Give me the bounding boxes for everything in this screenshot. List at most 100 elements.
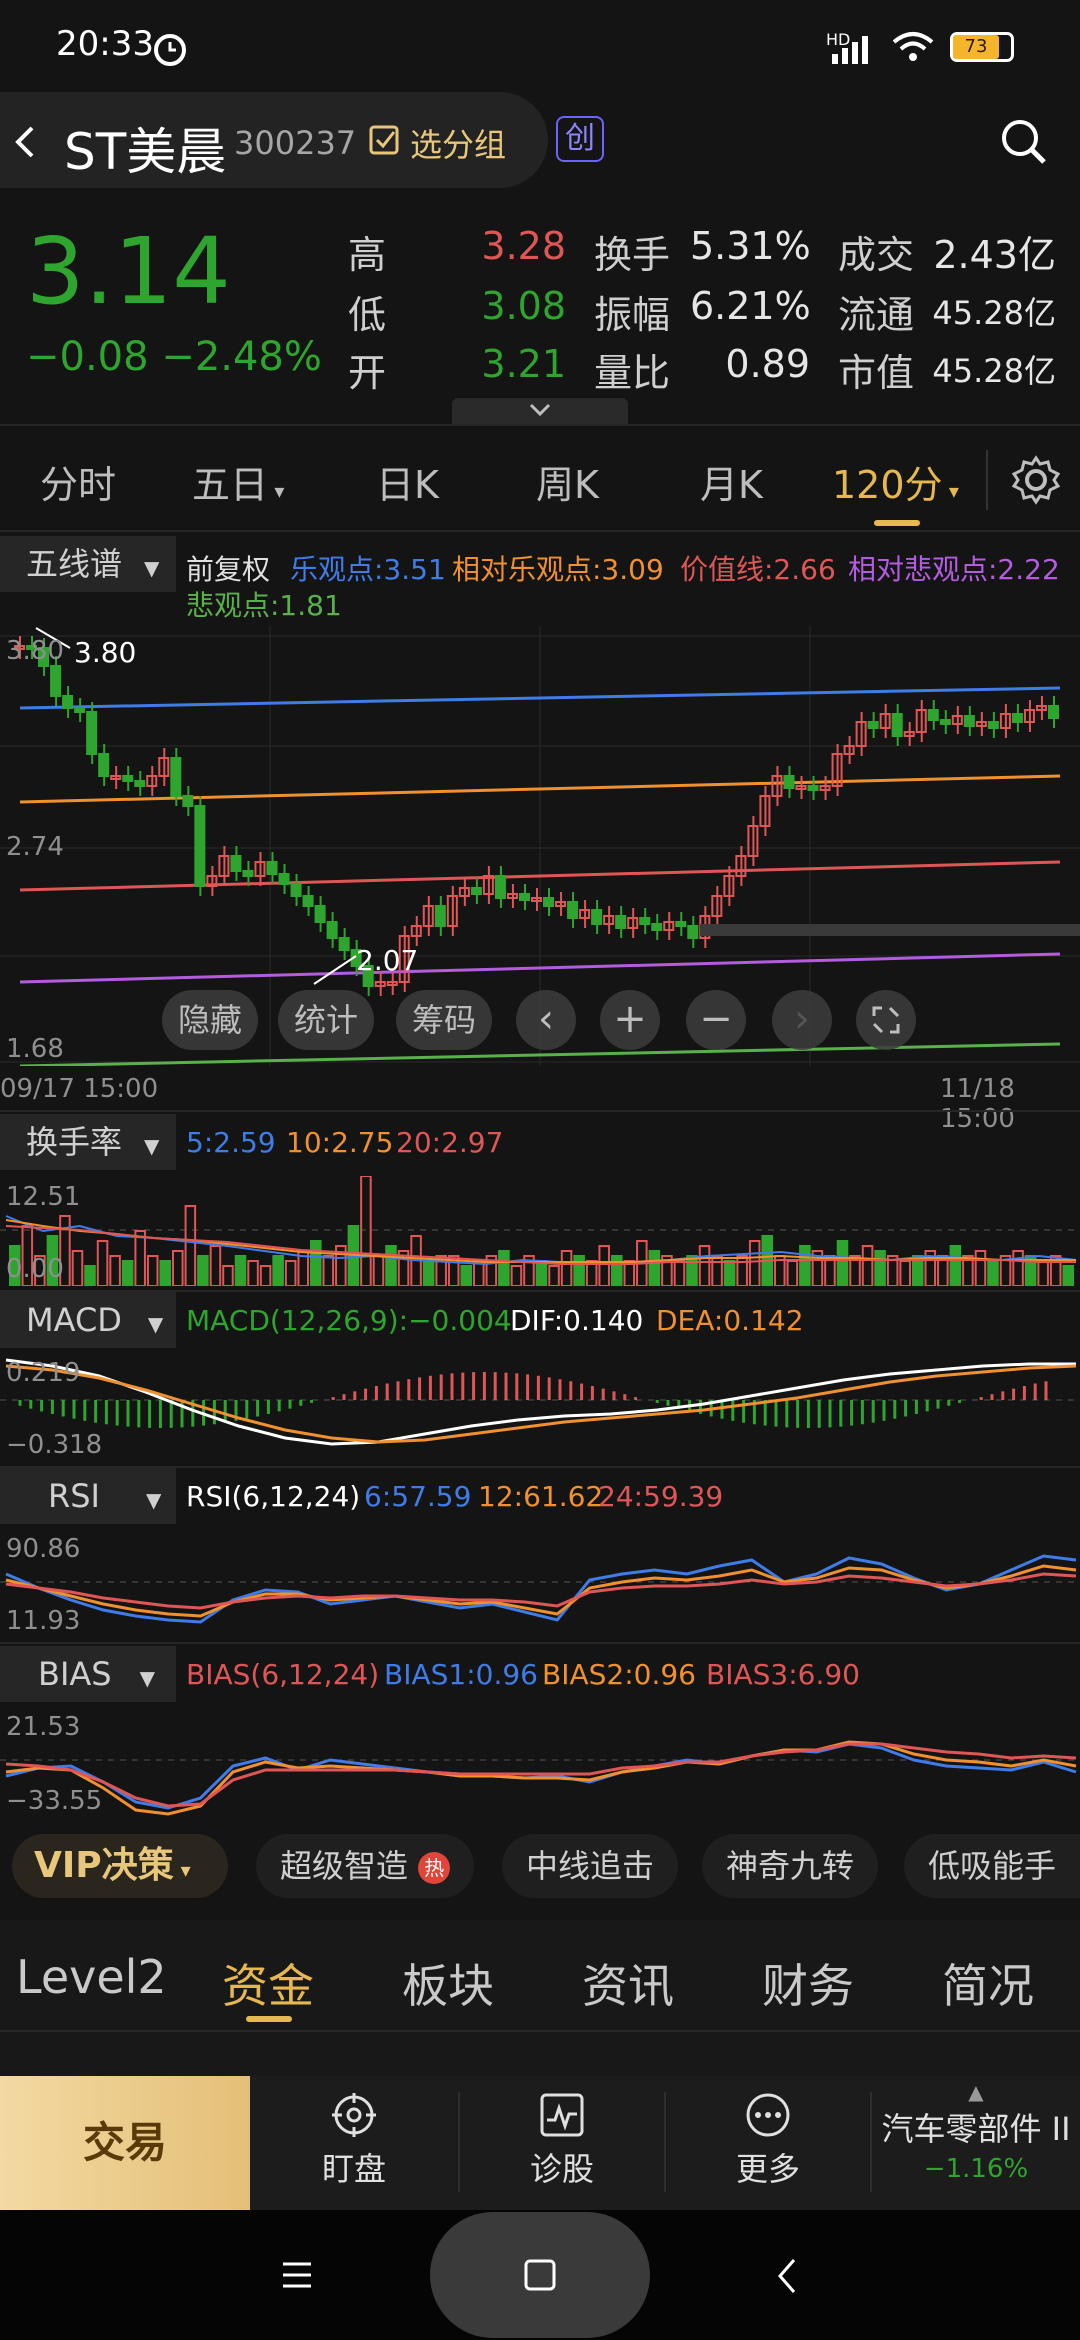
tab-120min-label: 120分: [832, 463, 943, 507]
low-marker-line: [313, 955, 357, 985]
turnover-ma5-line: [5, 1215, 1077, 1266]
candle-body: [687, 925, 699, 939]
bias3-value: BIAS3:6.90: [706, 1658, 860, 1691]
more-button[interactable]: 更多: [668, 2076, 868, 2210]
turnover-bar: [422, 1260, 435, 1286]
chips-button[interactable]: 筹码: [396, 990, 492, 1050]
chip-low-buy[interactable]: 低吸能手: [904, 1834, 1080, 1898]
adjust-label: 前复权: [186, 553, 271, 586]
sector-ticker[interactable]: ▲ 汽车零部件 II −1.16%: [872, 2076, 1080, 2210]
change-value: −0.08: [26, 334, 149, 380]
menu-icon[interactable]: [280, 2258, 314, 2292]
vip-label: VIP决策: [34, 1845, 174, 1886]
select-group-button[interactable]: 选分组: [410, 120, 506, 166]
turnover-ymin: 0.00: [6, 1254, 64, 1284]
tab-120min[interactable]: 120分 ▾: [832, 454, 959, 509]
turnover-selector[interactable]: 换手率 ▼: [0, 1114, 176, 1170]
macd-header: MACD ▼ MACD(12,26,9):−0.004 DIF:0.140 DEA…: [0, 1292, 1080, 1352]
turnover-bar: [799, 1245, 811, 1286]
turnover-bar: [1037, 1260, 1049, 1286]
main-chart-header: 五线谱 ▼ 前复权 乐观点:3.51 相对乐观点:3.09 价值线:2.66 相对…: [0, 536, 1080, 622]
hot-badge: 热: [418, 1852, 451, 1884]
back-nav-icon[interactable]: [772, 2256, 802, 2296]
tab-weekly-k[interactable]: 周K: [536, 454, 599, 509]
turnover-bar: [146, 1255, 159, 1286]
turnover-header: 换手率 ▼ 5:2.59 10:2.75 20:2.97: [0, 1114, 1080, 1174]
settings-gear-icon[interactable]: [1010, 454, 1062, 506]
turnover-bar: [648, 1250, 661, 1286]
low-label: 低: [348, 293, 387, 337]
bias-selector[interactable]: BIAS ▼: [0, 1646, 176, 1702]
tab-intraday[interactable]: 分时: [40, 454, 116, 509]
main-indicator-label: 五线谱: [26, 545, 123, 583]
turnover-bar: [309, 1240, 322, 1286]
candle-body: [1011, 713, 1023, 723]
turnover-bar: [71, 1250, 84, 1286]
chip-magic-nine[interactable]: 神奇九转: [702, 1834, 879, 1898]
home-button[interactable]: [430, 2212, 650, 2338]
chart-pulse-icon: [540, 2093, 584, 2137]
zoom-in-button[interactable]: +: [600, 990, 660, 1050]
stats-button[interactable]: 统计: [278, 990, 374, 1050]
tab-news[interactable]: 资讯: [582, 1950, 674, 2016]
sector-change: −1.16%: [923, 2154, 1029, 2184]
macd-selector[interactable]: MACD ▼: [0, 1292, 176, 1348]
macd-ymin: −0.318: [6, 1430, 103, 1460]
expand-quote-button[interactable]: [452, 398, 628, 424]
macd-chart: [0, 1358, 1080, 1446]
turnover-bar: [723, 1260, 736, 1286]
diagnose-button[interactable]: 诊股: [462, 2076, 662, 2210]
turnover-bar: [698, 1245, 711, 1286]
turnover-bar: [284, 1260, 297, 1286]
turnover-bar: [736, 1255, 748, 1286]
turnover-bar: [974, 1250, 987, 1286]
tab-daily-k[interactable]: 日K: [376, 454, 439, 509]
hide-button[interactable]: 隐藏: [162, 990, 258, 1050]
turnover-bar: [711, 1255, 723, 1286]
tab-profile[interactable]: 简况: [942, 1950, 1034, 2016]
price-change: −0.08 −2.48%: [26, 334, 322, 380]
turnover-label: 换手: [594, 233, 671, 277]
back-icon[interactable]: [10, 122, 40, 162]
chip-midline-chase[interactable]: 中线追击: [502, 1834, 679, 1898]
y-axis-min: 1.68: [6, 1034, 64, 1064]
low-marker-label: 2.07: [356, 944, 419, 977]
vip-decision-button[interactable]: VIP决策 ▾: [12, 1834, 228, 1898]
fullscreen-icon[interactable]: [856, 990, 916, 1050]
tab-sector[interactable]: 板块: [402, 1950, 494, 2016]
candle-body: [675, 921, 687, 927]
home-square-icon: [524, 2259, 556, 2291]
candle-body: [591, 909, 603, 925]
candle-body: [266, 861, 278, 875]
tab-monthly-k[interactable]: 月K: [700, 454, 763, 509]
scroll-right-button[interactable]: ›: [772, 990, 832, 1050]
stock-header: ST美晨 300237 选分组 创: [0, 92, 1080, 194]
search-icon[interactable]: [996, 114, 1052, 170]
quote-panel: 3.14 −0.08 −2.48% 高 3.28 低 3.08 开 3.21 换…: [0, 194, 1080, 424]
zoom-out-button[interactable]: −: [686, 990, 746, 1050]
candle-body: [651, 923, 663, 931]
turnover-bar: [510, 1265, 523, 1286]
trade-button[interactable]: 交易: [0, 2076, 250, 2210]
bias-selector-label: BIAS: [38, 1655, 112, 1693]
tab-5day[interactable]: 五日 ▾: [192, 454, 284, 509]
candle-body: [122, 775, 134, 782]
mktcap-value: 45.28亿: [932, 352, 1056, 390]
rsi24-value: 24:59.39: [598, 1480, 724, 1513]
turnover-bar: [610, 1255, 623, 1286]
watch-button[interactable]: 盯盘: [254, 2076, 454, 2210]
stock-code: 300237: [234, 124, 357, 162]
candle-body: [927, 709, 939, 721]
main-indicator-selector[interactable]: 五线谱 ▼: [0, 536, 176, 592]
candle-body: [807, 785, 819, 791]
legend-optimistic: 乐观点:3.51: [290, 553, 446, 586]
tab-finance[interactable]: 财务: [762, 1950, 854, 2016]
more-dots-icon: [746, 2093, 790, 2137]
candle-body: [302, 895, 314, 907]
candle-body: [62, 695, 74, 709]
rsi-selector[interactable]: RSI ▼: [0, 1468, 176, 1524]
tab-capital[interactable]: 资金: [222, 1950, 314, 2016]
chip-super-manufacture[interactable]: 超级智造 热: [256, 1834, 475, 1898]
scroll-left-button[interactable]: ‹: [516, 990, 576, 1050]
tab-level2[interactable]: Level2: [16, 1950, 167, 2004]
